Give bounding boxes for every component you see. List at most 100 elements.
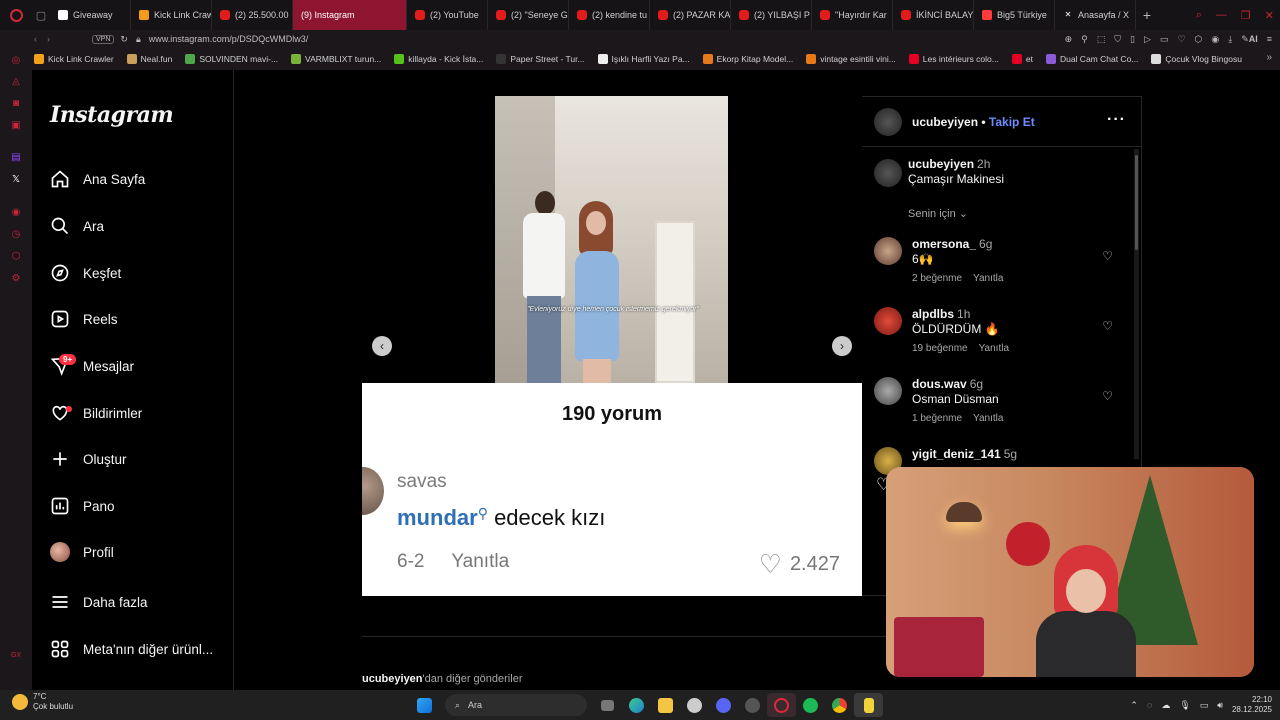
tray-app-icon[interactable]: ◌ <box>1147 700 1152 710</box>
nav-item-mesajlar[interactable]: 9+ Mesajlar <box>50 351 134 381</box>
author-username[interactable]: ucubeyiyen <box>912 115 978 129</box>
browser-tab[interactable]: Big5 Türkiye <box>974 0 1055 30</box>
nav-item-ara[interactable]: Ara <box>50 211 104 241</box>
aria-icon[interactable]: ◎ <box>10 55 22 67</box>
settings-app-icon[interactable] <box>680 693 709 717</box>
nav-item-meta-n-n-di-er-r-nl-[interactable]: Meta'nın diğer ürünl... <box>50 634 213 664</box>
caption-avatar[interactable] <box>874 159 902 187</box>
workspaces-icon[interactable]: ▢ <box>32 0 50 30</box>
comment-avatar[interactable] <box>874 307 902 335</box>
comment-like-icon[interactable]: ♡ <box>1102 389 1113 403</box>
opera-gx-icon[interactable] <box>767 693 796 717</box>
bookmarks-overflow-icon[interactable]: » <box>1266 52 1272 63</box>
browser-tab[interactable]: (2) PAZAR KA <box>650 0 731 30</box>
carousel-prev-button[interactable]: ‹ <box>372 336 392 356</box>
bookmark-item[interactable]: Paper Street - Tur... <box>496 54 585 64</box>
browser-tab[interactable]: (2) kendine tu <box>569 0 650 30</box>
nav-item-bildirimler[interactable]: Bildirimler <box>50 398 142 428</box>
opera-menu-button[interactable] <box>0 0 32 30</box>
follow-button[interactable]: Takip Et <box>989 115 1035 129</box>
twitch-icon[interactable]: ▤ <box>10 152 22 164</box>
bookmark-item[interactable]: VARMBLIXT turun... <box>291 54 381 64</box>
more-posts-user[interactable]: ucubeyiyen <box>362 673 423 685</box>
messenger-sidebar-icon[interactable]: ◙ <box>10 98 22 110</box>
post-video[interactable]: "Evleniyoruz diye hemen çocuk istermemiz… <box>495 96 728 383</box>
browser-tab[interactable]: "Hayırdır Kar <box>812 0 893 30</box>
browser-tab[interactable]: (2) YouTube <box>407 0 488 30</box>
comment-avatar[interactable] <box>874 377 902 405</box>
task-view-icon[interactable] <box>593 693 622 717</box>
extensions-icon[interactable]: ⬡ <box>1194 34 1202 45</box>
obs-icon[interactable] <box>854 693 883 717</box>
bookmark-icon[interactable]: ▯ <box>1130 34 1135 45</box>
browser-tab[interactable]: (9) Instagram <box>32 0 407 80</box>
search-tabs-icon[interactable]: ⌕ <box>1196 9 1202 22</box>
bookmark-item[interactable]: Kick Link Crawler <box>34 54 114 64</box>
bookmark-item[interactable]: SOLVINDEN mavi-... <box>185 54 278 64</box>
shield-icon[interactable]: ⛉ <box>1114 34 1121 45</box>
start-button[interactable] <box>410 693 439 717</box>
player-icon[interactable]: ◉ <box>10 207 22 219</box>
close-window-button[interactable]: ✕ <box>1265 9 1274 22</box>
browser-tab[interactable]: İKİNCİ BALAY <box>893 0 974 30</box>
bookmark-item[interactable]: Çocuk Vlog Bingosu <box>1151 54 1242 64</box>
post-media[interactable]: "Evleniyoruz diye hemen çocuk istermemiz… <box>362 96 862 596</box>
mic-icon[interactable]: 🎙︎ <box>1179 700 1190 711</box>
download-icon[interactable]: ⤓ <box>1228 34 1232 45</box>
browser-tab[interactable]: (2) 25.500.00 <box>212 0 293 30</box>
comment-username[interactable]: dous.wav <box>912 377 967 391</box>
comment-likes[interactable]: 1 beğenme <box>912 413 962 424</box>
snapshot-icon[interactable]: ⬚ <box>1097 34 1106 45</box>
clock[interactable]: 22:10 28.12.2025 <box>1232 695 1272 715</box>
comment-like-icon[interactable]: ♡ <box>1102 319 1113 333</box>
history-icon[interactable]: ◷ <box>10 229 22 241</box>
file-explorer-icon[interactable] <box>651 693 680 717</box>
chrome-icon[interactable] <box>825 693 854 717</box>
steam-icon[interactable] <box>738 693 767 717</box>
comment-username[interactable]: omersona_ <box>912 237 976 251</box>
network-icon[interactable]: ▭ <box>1200 700 1209 711</box>
spotify-icon[interactable] <box>796 693 825 717</box>
maximize-button[interactable]: ❐ <box>1241 9 1251 22</box>
x-sidebar-icon[interactable]: 𝕏 <box>10 174 22 186</box>
account-icon[interactable]: ◉ <box>1211 34 1219 45</box>
carousel-next-button[interactable]: › <box>832 336 852 356</box>
nav-item-reels[interactable]: Reels <box>50 304 118 334</box>
more-options-icon[interactable]: ··· <box>1107 111 1126 129</box>
bookmark-item[interactable]: et <box>1011 54 1033 64</box>
instagram-logo[interactable]: Instagram <box>50 102 174 128</box>
comment-avatar[interactable] <box>874 237 902 265</box>
comment-reply-button[interactable]: Yanıtla <box>973 413 1003 424</box>
bookmark-item[interactable]: killayda - Kick İsta... <box>394 54 483 64</box>
new-tab-button[interactable]: + <box>1136 7 1158 23</box>
discord-icon[interactable] <box>709 693 738 717</box>
pin-icon[interactable]: ⚲ <box>1081 34 1088 45</box>
aria-ai-button[interactable]: ✎AI <box>1241 34 1258 45</box>
gx-sidebar-icon[interactable]: ▣ <box>10 120 22 132</box>
bookmark-item[interactable]: Les intérieurs colo... <box>908 54 999 64</box>
url-field[interactable]: www.instagram.com/p/DSDQcWMDlw3/ <box>149 34 309 44</box>
edge-icon[interactable] <box>622 693 651 717</box>
comment-reply-button[interactable]: Yanıtla <box>973 273 1003 284</box>
comment-reply-button[interactable]: Yanıtla <box>979 343 1009 354</box>
nav-item-profil[interactable]: Profil <box>50 537 114 567</box>
browser-tab[interactable]: (2) YILBAŞI P <box>731 0 812 30</box>
browser-tab[interactable]: Giveaway <box>50 0 131 30</box>
browser-tab[interactable]: ✕ Anasayfa / X <box>1055 0 1136 30</box>
reload-icon[interactable]: ↻ <box>120 34 128 45</box>
nav-item-olu-tur[interactable]: Oluştur <box>50 444 127 474</box>
comment-sort-dropdown[interactable]: Senin için ⌄ <box>908 207 968 220</box>
play-icon[interactable]: ▷ <box>1144 34 1151 45</box>
comment-likes[interactable]: 2 beğenme <box>912 273 962 284</box>
nav-item-ana-sayfa[interactable]: Ana Sayfa <box>50 164 145 194</box>
vpn-badge[interactable]: VPN <box>92 34 115 44</box>
caption-username[interactable]: ucubeyiyen <box>908 157 974 171</box>
taskbar-search[interactable]: ⌕ Ara <box>445 694 587 716</box>
gx-corner-icon[interactable]: GX <box>10 650 22 662</box>
author-avatar[interactable] <box>874 108 902 136</box>
more-menu-icon[interactable]: ≡ <box>1267 34 1272 44</box>
extensions-sidebar-icon[interactable]: ◬ <box>10 76 22 88</box>
bookmark-item[interactable]: Işıklı Harfli Yazı Pa... <box>597 54 690 64</box>
weather-widget[interactable]: 7°C Çok bulutlu <box>12 692 73 712</box>
comment-username[interactable]: alpdlbs <box>912 307 954 321</box>
